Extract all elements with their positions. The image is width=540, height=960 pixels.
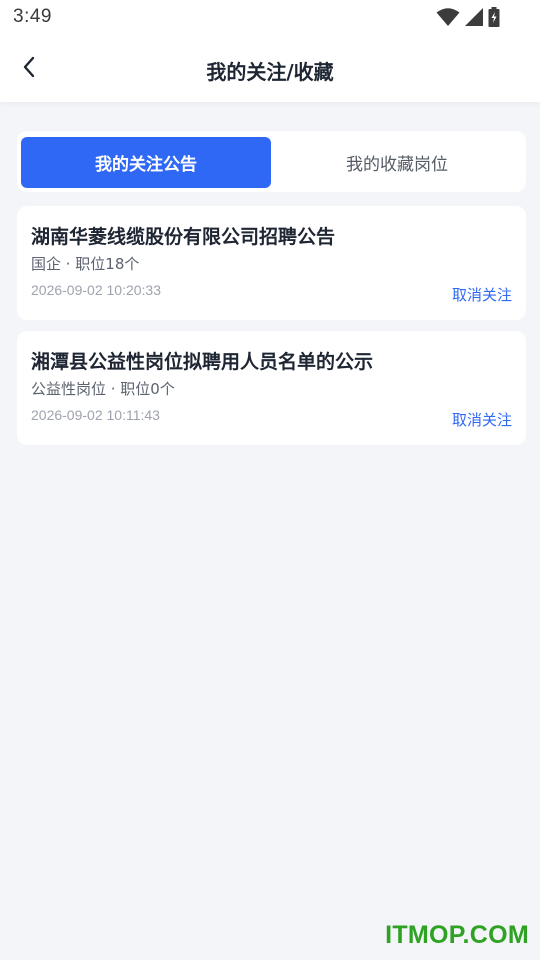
status-time: 3:49 (13, 6, 52, 27)
signal-icon (464, 7, 484, 27)
unfollow-button[interactable]: 取消关注 (452, 409, 512, 430)
wifi-icon (436, 7, 460, 27)
tab-bar: 我的关注公告 我的收藏岗位 (17, 131, 526, 192)
status-bar: 3:49 (0, 0, 540, 36)
card-meta: 国企 · 职位18个 (31, 255, 140, 273)
page-title: 我的关注/收藏 (206, 60, 334, 84)
card-timestamp: 2026-09-02 10:11:43 (31, 407, 160, 423)
card-meta: 公益性岗位 · 职位0个 (31, 380, 175, 398)
tab-followed-announcements[interactable]: 我的关注公告 (21, 137, 271, 188)
tab-saved-positions[interactable]: 我的收藏岗位 (272, 137, 522, 188)
list-item[interactable]: 湖南华菱线缆股份有限公司招聘公告 国企 · 职位18个 2026-09-02 1… (17, 206, 526, 320)
battery-charging-icon (488, 7, 500, 27)
status-icons (436, 7, 500, 27)
unfollow-button[interactable]: 取消关注 (452, 284, 512, 305)
card-title: 湖南华菱线缆股份有限公司招聘公告 (31, 226, 336, 248)
card-timestamp: 2026-09-02 10:20:33 (31, 282, 161, 298)
card-title: 湘潭县公益性岗位拟聘用人员名单的公示 (31, 351, 374, 373)
app-header: 我的关注/收藏 (0, 36, 540, 102)
watermark: ITMOP.COM (385, 921, 529, 949)
list-item[interactable]: 湘潭县公益性岗位拟聘用人员名单的公示 公益性岗位 · 职位0个 2026-09-… (17, 331, 526, 445)
